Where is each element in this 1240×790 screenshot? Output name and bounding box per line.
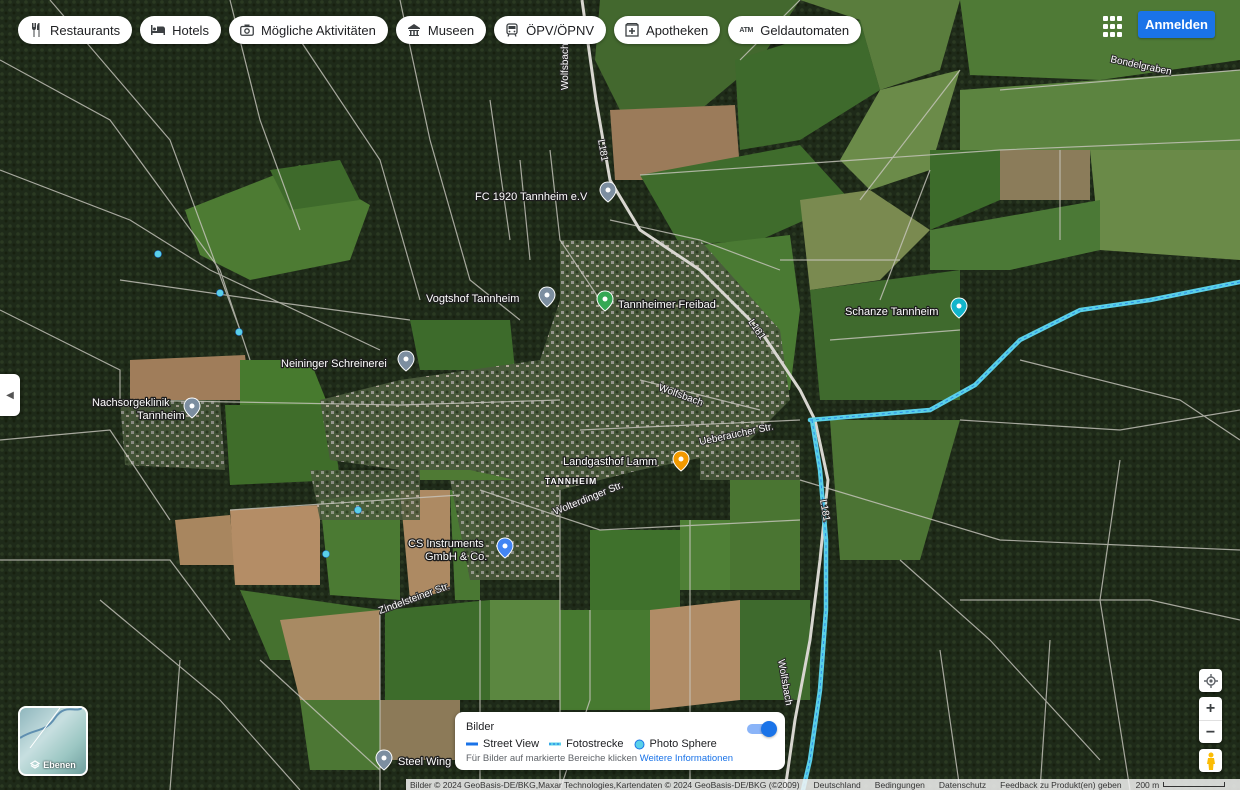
- place-label[interactable]: Neininger Schreinerei: [280, 357, 388, 372]
- photo-path-line-icon: [549, 742, 562, 746]
- satellite-map[interactable]: FC 1920 Tannheim e.V Vogtshof Tannheim T…: [0, 0, 1240, 790]
- zoom-controls: + −: [1199, 697, 1222, 743]
- chip-activities[interactable]: Mögliche Aktivitäten: [228, 16, 388, 44]
- museum-icon: [406, 22, 422, 38]
- chip-hotels[interactable]: Hotels: [140, 16, 221, 44]
- pharmacy-icon: [624, 22, 640, 38]
- my-location-button[interactable]: [1199, 669, 1222, 692]
- scale-bar[interactable]: 200 m: [1136, 780, 1226, 790]
- chip-pharmacies[interactable]: Apotheken: [614, 16, 721, 44]
- attribution: Bilder © 2024 GeoBasis-DE/BKG,Maxar Tech…: [410, 779, 800, 790]
- pegman-button[interactable]: [1199, 749, 1222, 772]
- legend-street-view: Street View: [466, 738, 539, 750]
- legend-photo-path: Fotostrecke: [549, 738, 624, 750]
- layers-button[interactable]: Ebenen: [18, 706, 88, 776]
- street-view-legend: Street View Fotostrecke Photo Sphere: [466, 738, 717, 750]
- country-link[interactable]: Deutschland: [814, 780, 861, 790]
- chip-transit[interactable]: ÖPV/ÖPNV: [494, 16, 607, 44]
- photo-sphere-icon: [634, 739, 645, 749]
- category-chips: Restaurants Hotels Mögliche Aktivitäten …: [18, 16, 862, 44]
- terms-link[interactable]: Bedingungen: [875, 780, 925, 790]
- chip-museums[interactable]: Museen: [395, 16, 487, 44]
- layers-icon: [30, 760, 41, 769]
- location-target-icon: [1203, 673, 1218, 688]
- street-view-note: Für Bilder auf markierte Bereiche klicke…: [466, 753, 734, 764]
- layers-thumbnail: [20, 708, 82, 748]
- legend-photo-sphere: Photo Sphere: [634, 738, 717, 750]
- street-view-toggle[interactable]: [745, 721, 777, 737]
- chip-atm[interactable]: ATM Geldautomaten: [728, 16, 862, 44]
- place-label[interactable]: Schanze Tannheim: [844, 305, 940, 320]
- street-view-line-icon: [466, 742, 478, 746]
- place-label[interactable]: Vogtshof Tannheim: [425, 292, 521, 307]
- privacy-link[interactable]: Datenschutz: [939, 780, 986, 790]
- street-view-title: Bilder: [466, 721, 495, 733]
- transit-icon: [504, 22, 520, 38]
- place-label[interactable]: Steel Wing: [397, 755, 453, 770]
- camera-icon: [239, 22, 255, 38]
- hotel-icon: [150, 22, 166, 38]
- map-footer: Bilder © 2024 GeoBasis-DE/BKG,Maxar Tech…: [406, 779, 1240, 790]
- apps-grid-icon[interactable]: [1101, 14, 1127, 40]
- town-label: TANNHEIM: [545, 476, 597, 486]
- restaurant-icon: [28, 22, 44, 38]
- zoom-in-button[interactable]: +: [1199, 697, 1222, 721]
- street-view-panel: Bilder Street View Fotostrecke Photo Sph…: [455, 712, 785, 770]
- zoom-out-button[interactable]: −: [1199, 721, 1222, 744]
- pegman-icon: [1206, 752, 1215, 770]
- place-label[interactable]: Tannheimer Freibad: [617, 298, 717, 313]
- more-info-link[interactable]: Weitere Informationen: [640, 753, 733, 764]
- feedback-link[interactable]: Feedback zu Produkt(en) geben: [1000, 780, 1121, 790]
- chevron-left-icon: ◀: [6, 389, 14, 401]
- place-label[interactable]: FC 1920 Tannheim e.V: [474, 190, 589, 205]
- collapse-panel-button[interactable]: ◀: [0, 374, 20, 416]
- atm-icon: ATM: [739, 26, 754, 34]
- street-label: Wolfsbach: [560, 43, 571, 90]
- chip-restaurants[interactable]: Restaurants: [18, 16, 133, 44]
- place-label[interactable]: Landgasthof Lamm: [562, 455, 659, 470]
- signin-button[interactable]: Anmelden: [1138, 11, 1215, 38]
